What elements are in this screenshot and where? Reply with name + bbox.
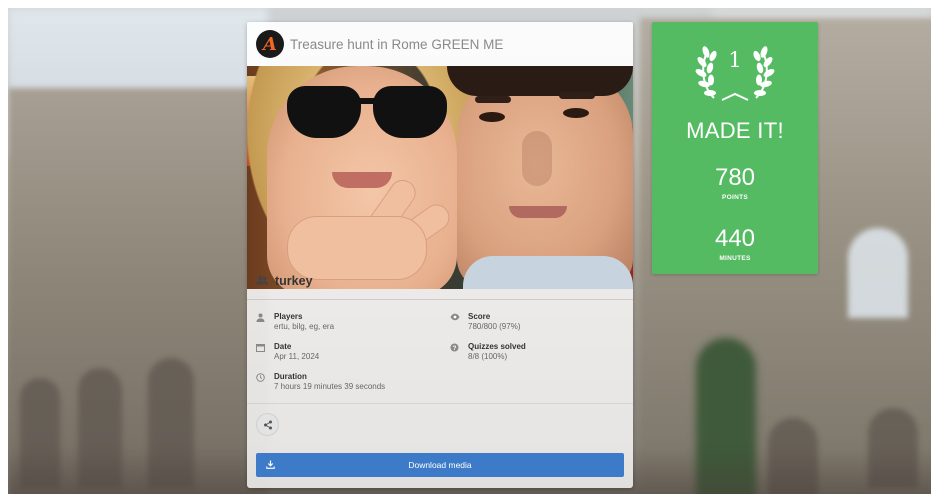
divider — [247, 403, 633, 404]
players-value: ertu, bilg, eg, era — [274, 322, 335, 331]
team-photo[interactable] — [247, 66, 633, 289]
user-icon — [256, 312, 272, 332]
score-value: 780/800 (97%) — [468, 322, 521, 331]
eye-icon — [450, 312, 466, 332]
result-headline: MADE IT! — [686, 118, 784, 143]
team-row: turkey — [256, 274, 313, 288]
quizzes-value: 8/8 (100%) — [468, 352, 508, 361]
duration-label: Duration — [274, 372, 307, 381]
rank-number: 1 — [728, 48, 742, 72]
card-header: A Treasure hunt in Rome GREEN ME — [247, 22, 633, 66]
photo-brow — [475, 96, 511, 103]
photo-sunglasses — [287, 86, 447, 138]
score-field: Score 780/800 (97%) — [450, 312, 520, 332]
photo-shirt — [463, 256, 633, 289]
share-button[interactable] — [256, 413, 279, 436]
quizzes-label: Quizzes solved — [468, 342, 526, 351]
photo-peace-hand — [257, 174, 457, 289]
score-label: Score — [468, 312, 491, 321]
team-name: turkey — [275, 274, 313, 288]
hunt-title: Treasure hunt in Rome GREEN ME — [290, 36, 504, 52]
players-label: Players — [274, 312, 303, 321]
photo-eye — [479, 112, 505, 122]
svg-text:?: ? — [453, 345, 457, 352]
photo-nose — [522, 131, 552, 186]
actionbound-logo: A — [256, 30, 284, 58]
background-arch — [848, 228, 908, 318]
photo-brow — [559, 92, 595, 99]
photo-eye — [563, 108, 589, 118]
download-icon — [266, 460, 278, 471]
points-label: POINTS — [722, 194, 748, 201]
divider — [247, 299, 633, 300]
minutes-value: 440 — [714, 225, 756, 252]
duration-value: 7 hours 19 minutes 39 seconds — [274, 382, 386, 391]
users-icon — [256, 275, 268, 288]
minutes-label: MINUTES — [719, 255, 751, 262]
date-field: Date Apr 11, 2024 — [256, 342, 319, 362]
result-card: 1 MADE IT! 780 POINTS 440 MINUTES — [652, 22, 818, 274]
team-result-card: A Treasure hunt in Rome GREEN ME turkey … — [247, 22, 633, 488]
share-icon — [263, 420, 272, 429]
photo-mouth-right — [509, 206, 567, 218]
calendar-icon — [256, 342, 272, 362]
date-value: Apr 11, 2024 — [274, 352, 320, 361]
quizzes-field: ? Quizzes solved 8/8 (100%) — [450, 342, 526, 362]
logo-letter: A — [263, 33, 277, 55]
download-media-label: Download media — [408, 460, 472, 470]
clock-icon — [256, 372, 272, 392]
download-media-button[interactable]: Download media — [256, 453, 624, 477]
points-value: 780 — [714, 164, 756, 191]
photo-hair-right — [447, 66, 633, 96]
duration-field: Duration 7 hours 19 minutes 39 seconds — [256, 372, 385, 392]
question-icon: ? — [450, 342, 466, 362]
date-label: Date — [274, 342, 292, 351]
players-field: Players ertu, bilg, eg, era — [256, 312, 334, 332]
